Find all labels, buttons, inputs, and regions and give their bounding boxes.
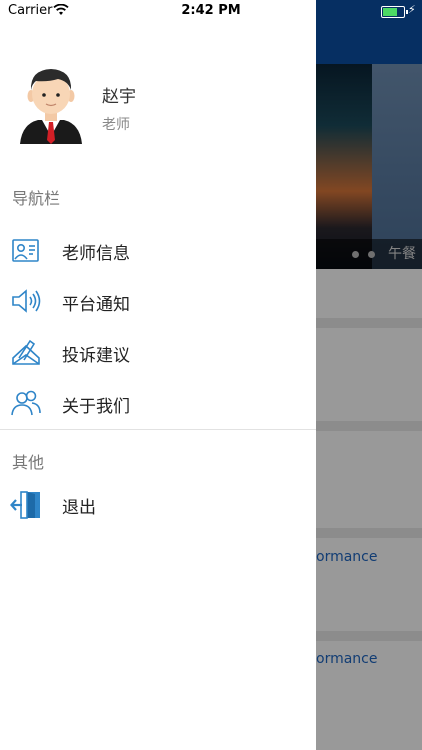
dim-overlay[interactable] bbox=[316, 0, 422, 750]
nav-item-teacher-info[interactable]: 老师信息 bbox=[0, 228, 316, 272]
user-name: 赵宇 bbox=[102, 87, 136, 107]
complaint-pen-icon bbox=[12, 339, 40, 365]
nav-item-logout[interactable]: 退出 bbox=[0, 482, 316, 526]
side-drawer: 赵宇 老师 导航栏 老师信息 平台通知 投诉建议 关于我们 其他 退出 bbox=[0, 0, 316, 750]
nav-item-label: 老师信息 bbox=[62, 244, 130, 264]
exit-door-icon bbox=[10, 491, 40, 519]
section-divider bbox=[0, 429, 316, 430]
teacher-info-icon bbox=[12, 239, 39, 262]
nav-item-label: 退出 bbox=[62, 498, 96, 518]
nav-item-label: 关于我们 bbox=[62, 397, 130, 417]
battery-icon bbox=[381, 6, 408, 18]
status-time: 2:42 PM bbox=[181, 3, 241, 18]
user-role: 老师 bbox=[102, 117, 130, 133]
other-section-title: 其他 bbox=[12, 453, 45, 472]
status-bar: Carrier 2:42 PM ⚡ bbox=[0, 0, 422, 22]
charging-icon: ⚡ bbox=[408, 3, 416, 16]
users-icon bbox=[11, 390, 41, 416]
nav-item-about-us[interactable]: 关于我们 bbox=[0, 381, 316, 425]
speaker-icon bbox=[12, 289, 41, 313]
nav-item-label: 投诉建议 bbox=[62, 346, 130, 366]
nav-item-label: 平台通知 bbox=[62, 295, 130, 315]
avatar[interactable] bbox=[18, 66, 84, 144]
nav-item-platform-notice[interactable]: 平台通知 bbox=[0, 279, 316, 323]
nav-item-complaints[interactable]: 投诉建议 bbox=[0, 330, 316, 374]
nav-section-title: 导航栏 bbox=[12, 189, 61, 208]
